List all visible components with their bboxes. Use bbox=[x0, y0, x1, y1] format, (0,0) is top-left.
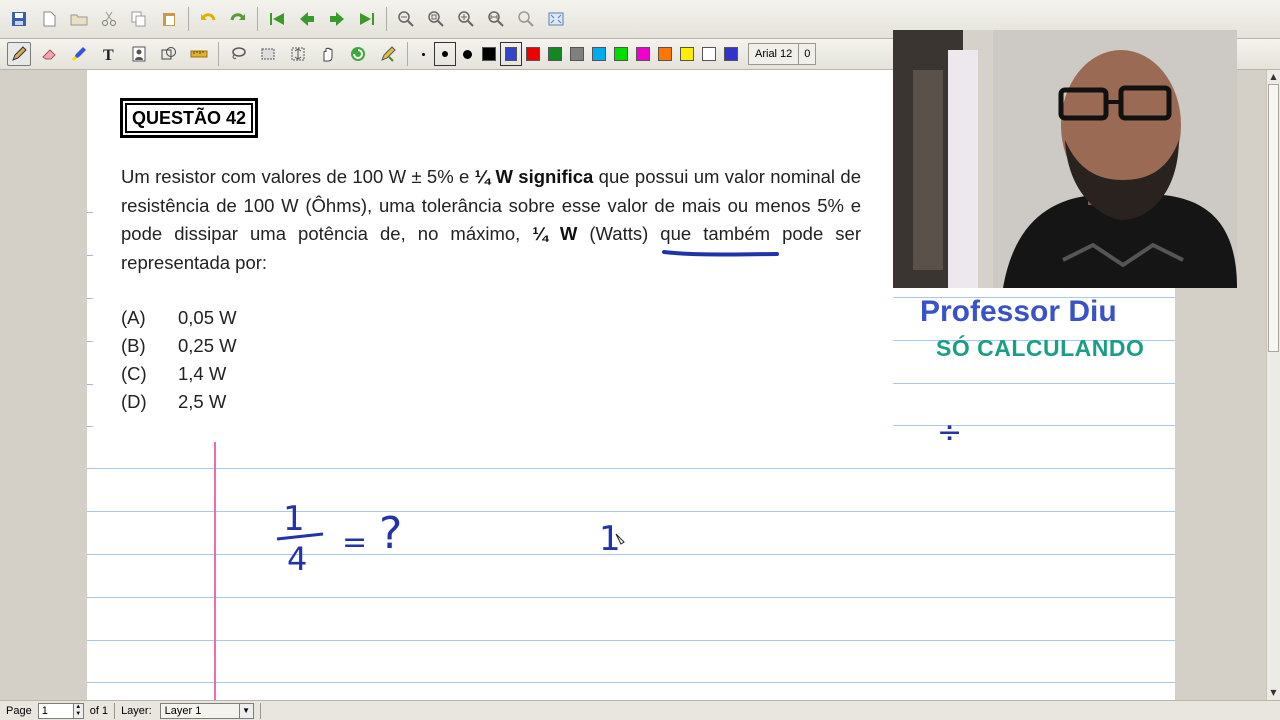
color-palette bbox=[478, 42, 742, 66]
copy-icon[interactable] bbox=[127, 7, 151, 31]
ink-question-mark: ? bbox=[379, 508, 402, 559]
previous-page-icon[interactable] bbox=[295, 7, 319, 31]
redo-icon[interactable] bbox=[226, 7, 250, 31]
svg-text:T: T bbox=[103, 47, 114, 63]
status-separator bbox=[259, 702, 261, 719]
ink-underline bbox=[662, 250, 779, 257]
scroll-up-icon[interactable]: ▲ bbox=[1267, 70, 1280, 83]
color-swatch[interactable] bbox=[544, 42, 566, 66]
color-swatch[interactable] bbox=[676, 42, 698, 66]
new-page-icon[interactable] bbox=[37, 7, 61, 31]
save-icon[interactable] bbox=[7, 7, 31, 31]
ink-digit: 1 bbox=[599, 519, 621, 559]
font-selector[interactable]: Arial 12 bbox=[748, 43, 800, 65]
toolbar-separator bbox=[218, 42, 219, 66]
pen-icon[interactable] bbox=[7, 42, 31, 66]
ink-divide-sign: ÷ bbox=[937, 415, 962, 450]
zoom-in-icon[interactable] bbox=[454, 7, 478, 31]
page-spinner[interactable]: ▲ ▼ bbox=[73, 702, 84, 719]
default-pen-icon[interactable] bbox=[376, 42, 400, 66]
presenter-name: Professor Diu bbox=[920, 295, 1117, 328]
color-swatch-fill bbox=[658, 47, 672, 61]
color-swatch-fill bbox=[702, 47, 716, 61]
select-rect-icon[interactable] bbox=[256, 42, 280, 66]
color-swatch-fill bbox=[614, 47, 628, 61]
image-tool-icon[interactable] bbox=[127, 42, 151, 66]
status-bar: Page 1 ▲ ▼ of 1 Layer: Layer 1 ▼ bbox=[0, 700, 1280, 720]
vertical-scrollbar[interactable]: ▲ ▼ bbox=[1266, 70, 1280, 700]
page-label: Page bbox=[6, 704, 32, 717]
text-tool-icon[interactable]: T bbox=[97, 42, 121, 66]
color-swatch[interactable] bbox=[720, 42, 742, 66]
last-page-icon[interactable] bbox=[355, 7, 379, 31]
color-swatch-fill bbox=[526, 47, 540, 61]
lasso-icon[interactable] bbox=[226, 42, 250, 66]
presenter-video-frame bbox=[893, 30, 1237, 288]
cut-icon[interactable] bbox=[97, 7, 121, 31]
color-swatch-fill bbox=[636, 47, 650, 61]
color-swatch[interactable] bbox=[610, 42, 632, 66]
page-number-input[interactable]: 1 bbox=[37, 702, 74, 719]
ink-equals: = bbox=[342, 525, 367, 560]
channel-branding: Professor Diu SÓ CALCULANDO bbox=[920, 295, 1144, 362]
zoom-search-icon[interactable] bbox=[514, 7, 538, 31]
color-swatch[interactable] bbox=[588, 42, 610, 66]
undo-icon[interactable] bbox=[196, 7, 220, 31]
scroll-down-icon[interactable]: ▼ bbox=[1267, 686, 1280, 699]
ink-denominator: 4 bbox=[287, 540, 307, 578]
next-page-icon[interactable] bbox=[325, 7, 349, 31]
first-page-icon[interactable] bbox=[265, 7, 289, 31]
channel-name: SÓ CALCULANDO bbox=[936, 335, 1145, 361]
thickness-thick[interactable] bbox=[456, 42, 478, 66]
color-swatch[interactable] bbox=[566, 42, 588, 66]
page-count-label: of 1 bbox=[89, 704, 109, 717]
layer-value: Layer 1 bbox=[164, 704, 202, 717]
color-swatch[interactable] bbox=[478, 42, 500, 66]
color-swatch-fill bbox=[724, 47, 738, 61]
shapes-icon[interactable] bbox=[157, 42, 181, 66]
font-label: Arial 12 bbox=[755, 48, 793, 60]
open-folder-icon[interactable] bbox=[67, 7, 91, 31]
toolbar-separator bbox=[188, 7, 189, 31]
shape-recognizer-icon[interactable] bbox=[346, 42, 370, 66]
color-swatch-fill bbox=[505, 47, 517, 61]
color-swatch-fill bbox=[548, 47, 562, 61]
color-swatch-fill bbox=[680, 47, 694, 61]
toolbar-separator bbox=[257, 7, 258, 31]
scrollbar-thumb[interactable] bbox=[1268, 84, 1279, 352]
toolbar-separator bbox=[386, 7, 387, 31]
ink-numerator: 1 bbox=[283, 499, 305, 539]
zoom-fit-icon[interactable] bbox=[424, 7, 448, 31]
toolbar-separator bbox=[407, 42, 408, 66]
layer-select[interactable]: Layer 1 bbox=[159, 702, 240, 719]
font-size-label: 0 bbox=[804, 48, 811, 60]
vertical-space-icon[interactable] bbox=[286, 42, 310, 66]
ruler-icon[interactable] bbox=[187, 42, 211, 66]
color-swatch-fill bbox=[482, 47, 496, 61]
webcam-video bbox=[893, 30, 1237, 288]
highlighter-icon[interactable] bbox=[67, 42, 91, 66]
color-swatch-fill bbox=[570, 47, 584, 61]
zoom-width-icon[interactable] bbox=[484, 7, 508, 31]
font-size-field[interactable]: 0 bbox=[799, 43, 817, 65]
status-separator bbox=[114, 702, 116, 719]
color-swatch[interactable] bbox=[632, 42, 654, 66]
page-number-value: 1 bbox=[41, 704, 48, 717]
color-swatch[interactable] bbox=[500, 42, 522, 66]
thickness-medium[interactable] bbox=[434, 42, 456, 66]
color-swatch[interactable] bbox=[654, 42, 676, 66]
color-swatch[interactable] bbox=[522, 42, 544, 66]
color-swatch-fill bbox=[592, 47, 606, 61]
zoom-out-icon[interactable] bbox=[394, 7, 418, 31]
paste-icon[interactable] bbox=[157, 7, 181, 31]
color-swatch[interactable] bbox=[698, 42, 720, 66]
hand-icon[interactable] bbox=[316, 42, 340, 66]
fullscreen-icon[interactable] bbox=[544, 7, 568, 31]
layer-label: Layer: bbox=[121, 704, 152, 717]
thickness-fine[interactable] bbox=[412, 42, 434, 66]
eraser-icon[interactable] bbox=[37, 42, 61, 66]
chevron-down-icon[interactable]: ▼ bbox=[239, 702, 254, 719]
